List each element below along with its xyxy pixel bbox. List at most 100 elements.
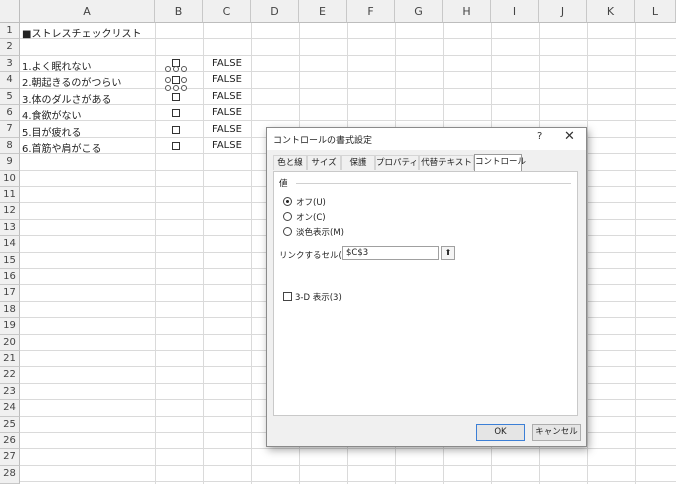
- dialog-titlebar[interactable]: コントロールの書式設定 ? ✕: [267, 128, 586, 150]
- row-header-6[interactable]: 6: [0, 105, 20, 122]
- tab-alt-text[interactable]: 代替テキスト: [419, 155, 474, 170]
- radio-mixed-label[interactable]: 淡色表示(M): [296, 226, 344, 238]
- format-control-dialog: コントロールの書式設定 ? ✕ 色と線 サイズ 保護 プロパティ 代替テキスト …: [266, 127, 587, 447]
- close-icon[interactable]: ✕: [564, 129, 575, 144]
- checkbox-row-4-selected[interactable]: [172, 76, 180, 84]
- group-divider: [296, 183, 571, 184]
- checkbox-row-8[interactable]: [172, 142, 180, 150]
- row-header-1[interactable]: 1: [0, 23, 20, 40]
- cancel-button[interactable]: キャンセル: [532, 424, 581, 441]
- checkbox-row-5[interactable]: [172, 93, 180, 101]
- row-header-11[interactable]: 11: [0, 187, 20, 204]
- grid-line: [20, 71, 676, 73]
- cell-a3[interactable]: 1.よく眠れない: [22, 58, 92, 73]
- row-header-7[interactable]: 7: [0, 121, 20, 138]
- tab-protection[interactable]: 保護: [341, 155, 375, 170]
- row-header-12[interactable]: 12: [0, 203, 20, 220]
- cell-c4[interactable]: FALSE: [212, 74, 242, 85]
- row-header-23[interactable]: 23: [0, 383, 20, 401]
- row-header-18[interactable]: 18: [0, 301, 20, 319]
- radio-on[interactable]: [283, 212, 292, 221]
- value-group-label: 値: [279, 179, 288, 189]
- row-header-4[interactable]: 4: [0, 72, 20, 89]
- cell-a7[interactable]: 5.目が疲れる: [22, 124, 82, 139]
- grid-line: [20, 120, 676, 122]
- collapse-dialog-icon[interactable]: ⬆: [441, 246, 455, 260]
- row-header-9[interactable]: 9: [0, 154, 20, 171]
- row-header-5[interactable]: 5: [0, 88, 20, 105]
- tab-size[interactable]: サイズ: [307, 155, 341, 170]
- selection-handle[interactable]: [181, 66, 187, 72]
- row-header-22[interactable]: 22: [0, 367, 20, 384]
- radio-mixed[interactable]: [283, 227, 292, 236]
- row-header-16[interactable]: 16: [0, 269, 20, 286]
- column-header-j[interactable]: J: [539, 0, 587, 23]
- grid-line: [20, 464, 676, 466]
- row-header-2[interactable]: 2: [0, 39, 20, 56]
- row-header-20[interactable]: 20: [0, 334, 20, 351]
- help-icon[interactable]: ?: [537, 131, 542, 142]
- cell-a8[interactable]: 6.首筋や肩がこる: [22, 140, 102, 155]
- row-header-15[interactable]: 15: [0, 252, 20, 269]
- selection-handle[interactable]: [165, 66, 171, 72]
- cell-a6[interactable]: 4.食欲がない: [22, 107, 82, 122]
- row-header-17[interactable]: 17: [0, 285, 20, 302]
- column-header-a[interactable]: A: [20, 0, 155, 23]
- selection-handle[interactable]: [165, 77, 171, 83]
- cell-c5[interactable]: FALSE: [212, 91, 242, 102]
- column-header-e[interactable]: E: [299, 0, 347, 23]
- cell-c6[interactable]: FALSE: [212, 107, 242, 118]
- checkbox-row-6[interactable]: [172, 109, 180, 117]
- 3d-shading-checkbox[interactable]: [283, 292, 292, 301]
- column-header-g[interactable]: G: [395, 0, 443, 23]
- selection-handle[interactable]: [173, 66, 179, 72]
- row-header-14[interactable]: 14: [0, 236, 20, 253]
- cell-a5[interactable]: 3.体のダルさがある: [22, 91, 112, 106]
- cell-a4[interactable]: 2.朝起きるのがつらい: [22, 74, 121, 89]
- row-header-8[interactable]: 8: [0, 137, 20, 155]
- radio-off-label[interactable]: オフ(U): [296, 196, 326, 208]
- row-header-28[interactable]: 28: [0, 465, 20, 484]
- selection-handle[interactable]: [181, 77, 187, 83]
- row-header-27[interactable]: 27: [0, 449, 20, 466]
- selection-handle[interactable]: [173, 85, 179, 91]
- cell-link-input[interactable]: $C$3: [342, 246, 439, 260]
- 3d-shading-label[interactable]: 3-D 表示(3): [295, 291, 342, 303]
- ok-button[interactable]: OK: [476, 424, 525, 441]
- column-header-b[interactable]: B: [155, 0, 203, 23]
- row-header-10[interactable]: 10: [0, 170, 20, 187]
- column-header-f[interactable]: F: [347, 0, 395, 23]
- radio-off[interactable]: [283, 197, 292, 206]
- cell-c8[interactable]: FALSE: [212, 140, 242, 151]
- row-header-24[interactable]: 24: [0, 400, 20, 417]
- radio-on-label[interactable]: オン(C): [296, 211, 326, 223]
- column-header-k[interactable]: K: [587, 0, 635, 23]
- checkbox-row-7[interactable]: [172, 126, 180, 134]
- grid-line: [20, 448, 676, 450]
- tab-properties[interactable]: プロパティ: [375, 155, 419, 170]
- cell-c3[interactable]: FALSE: [212, 58, 242, 69]
- row-header-13[interactable]: 13: [0, 219, 20, 237]
- column-header-d[interactable]: D: [251, 0, 299, 23]
- column-header-h[interactable]: H: [443, 0, 491, 23]
- column-header-l[interactable]: L: [635, 0, 676, 23]
- cell-c7[interactable]: FALSE: [212, 124, 242, 135]
- row-header-3[interactable]: 3: [0, 55, 20, 73]
- select-all-corner[interactable]: [0, 0, 20, 23]
- column-header-i[interactable]: I: [491, 0, 539, 23]
- radio-selected-dot: [286, 200, 289, 203]
- grid-line: [20, 481, 676, 483]
- row-header-21[interactable]: 21: [0, 351, 20, 368]
- cell-a1-title[interactable]: ■ストレスチェックリスト: [22, 25, 141, 40]
- dialog-title: コントロールの書式設定: [273, 136, 373, 146]
- row-header-19[interactable]: 19: [0, 318, 20, 335]
- grid-line: [20, 54, 676, 56]
- grid-line: [20, 104, 676, 105]
- tab-colors-lines[interactable]: 色と線: [273, 155, 307, 170]
- row-header-25[interactable]: 25: [0, 416, 20, 433]
- column-header-c[interactable]: C: [203, 0, 251, 23]
- tab-control[interactable]: コントロール: [474, 154, 526, 171]
- selection-handle[interactable]: [165, 85, 171, 91]
- selection-handle[interactable]: [181, 85, 187, 91]
- row-header-26[interactable]: 26: [0, 433, 20, 450]
